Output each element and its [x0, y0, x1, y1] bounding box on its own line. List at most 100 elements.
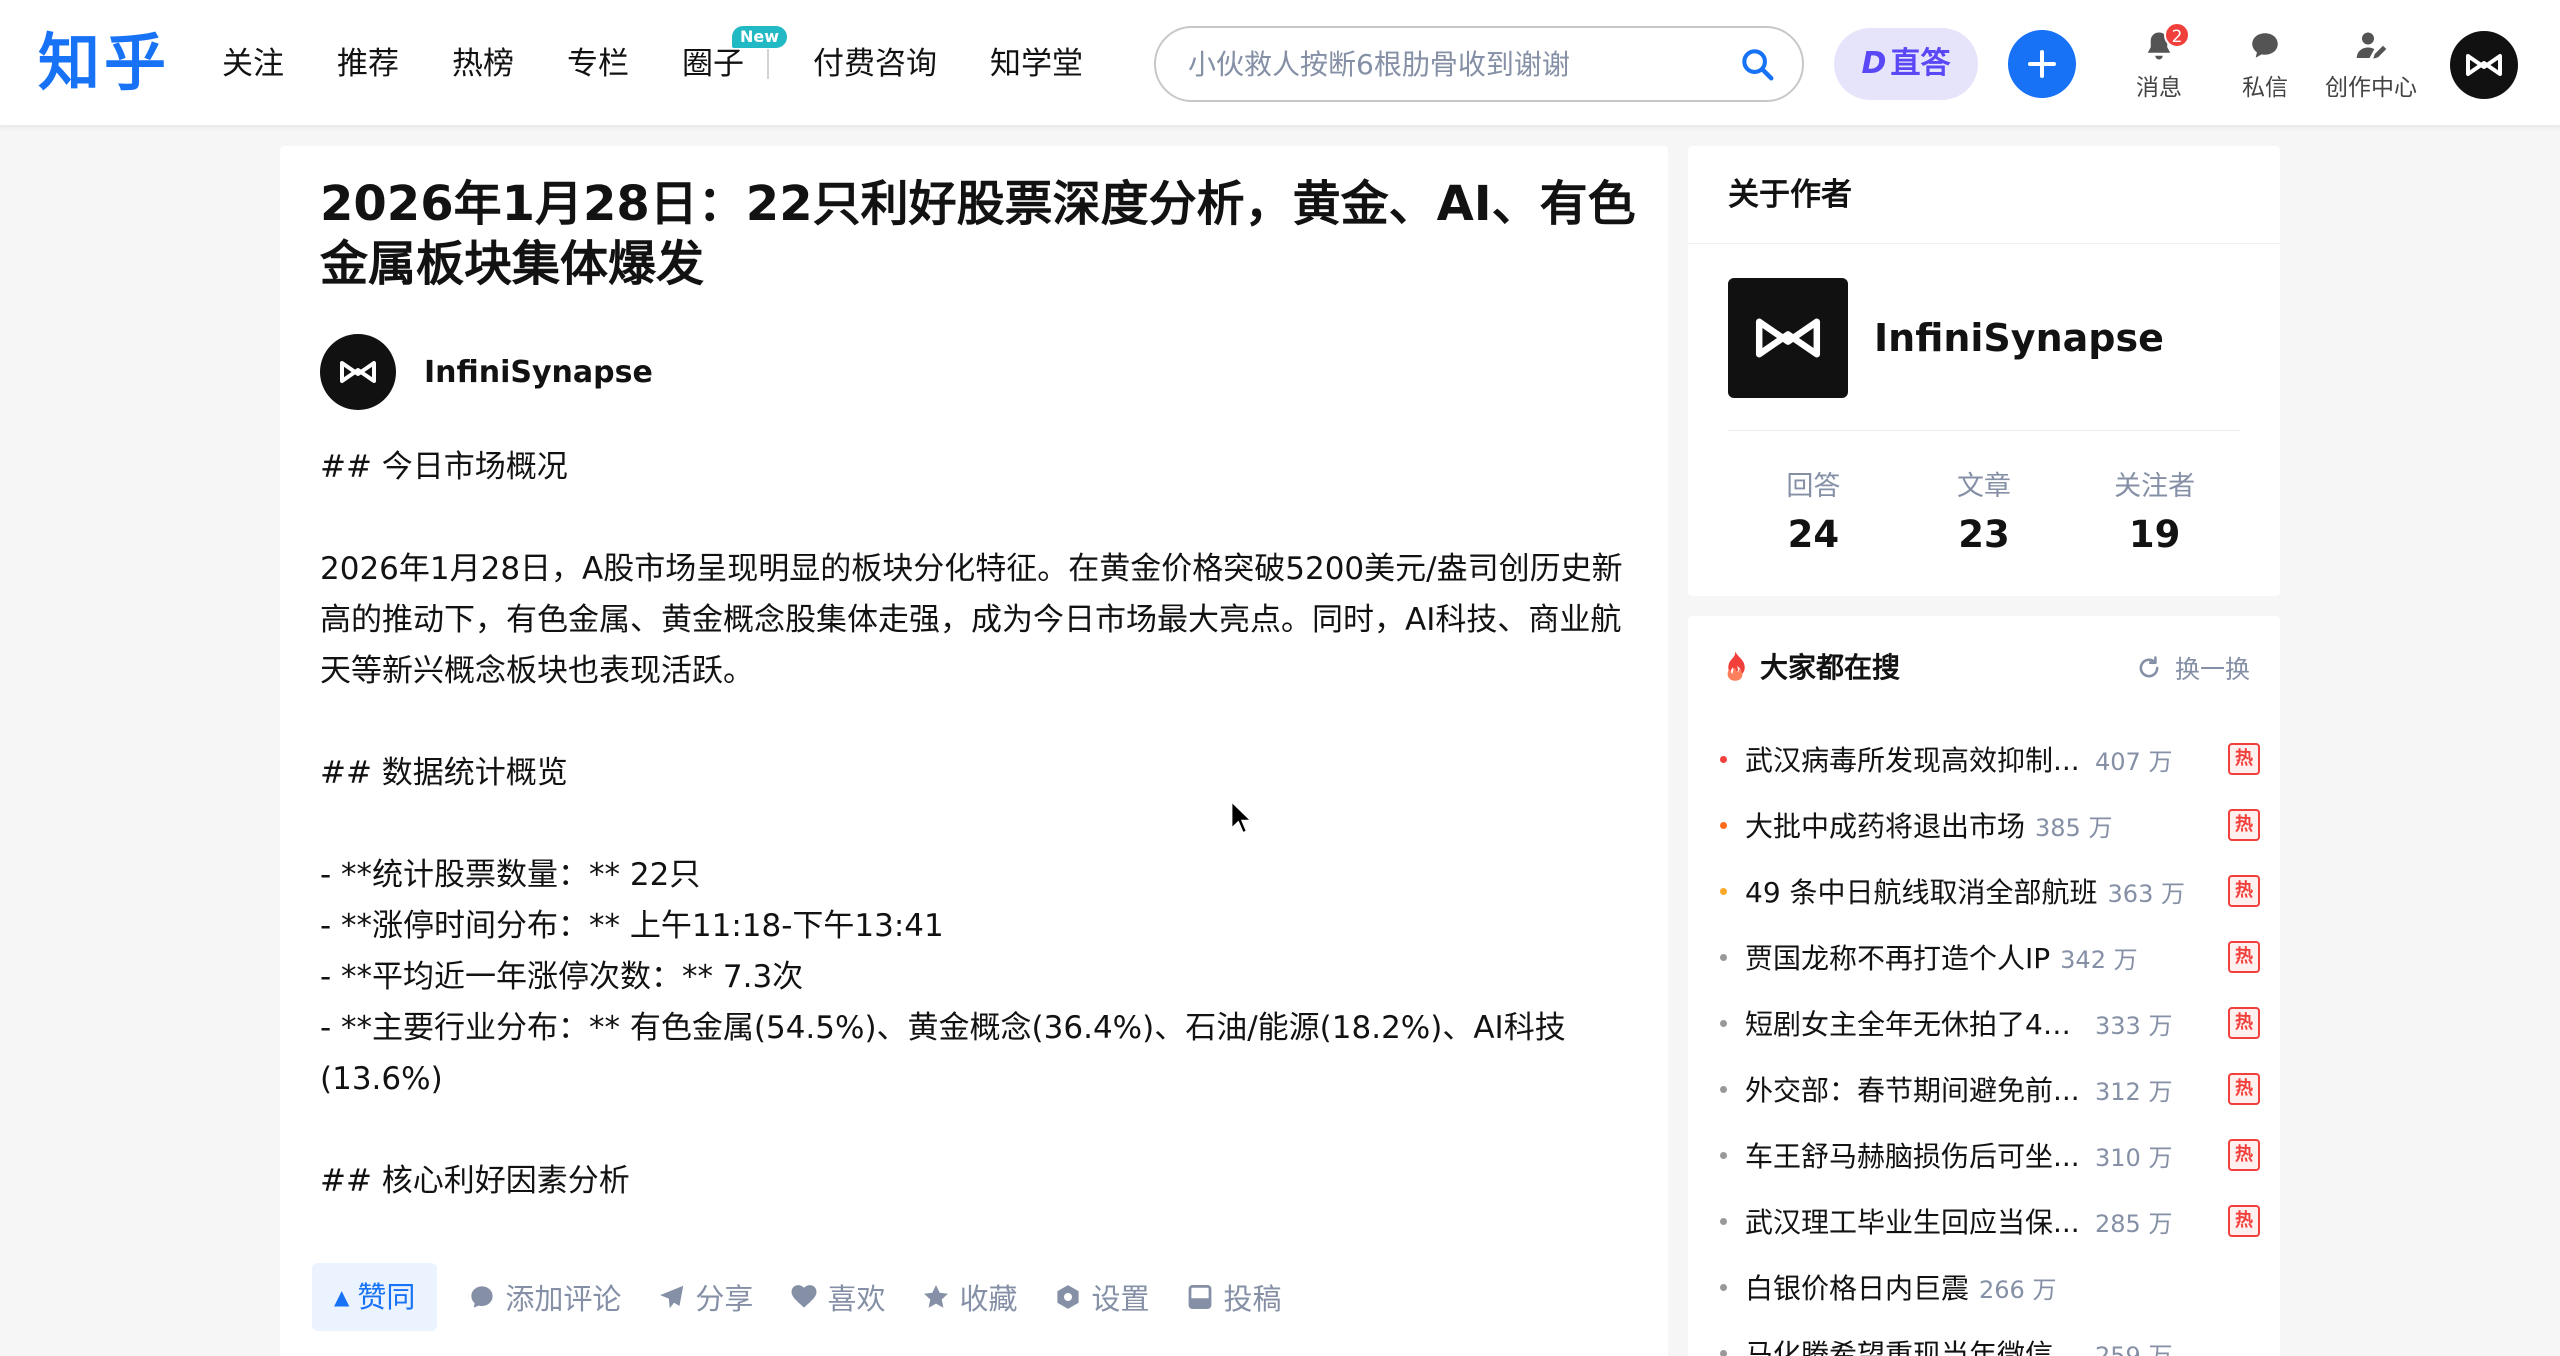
- nav-column[interactable]: 专栏: [567, 40, 629, 88]
- hot-search-count: 312 万: [2095, 1077, 2173, 1106]
- author-stats: 回答 24 文章 23 关注者 19: [1728, 464, 2240, 556]
- hot-search-item[interactable]: 49 条中日航线取消全部航班 363 万 热: [1720, 858, 2260, 924]
- content-paragraph: ## 数据统计概览: [320, 755, 568, 791]
- nav-paid-consult[interactable]: 付费咨询: [813, 40, 937, 88]
- refresh-button[interactable]: 换一换: [2135, 650, 2250, 686]
- hot-tag: 热: [2228, 743, 2260, 775]
- content-paragraph: [320, 1105, 1640, 1156]
- infinisynapse-logo-icon: [1755, 318, 1821, 358]
- hot-tag: 热: [2228, 1073, 2260, 1105]
- nav-zhixuetang[interactable]: 知学堂: [990, 40, 1083, 88]
- zhihu-logo[interactable]: 知乎: [38, 26, 170, 100]
- rank-dot: [1720, 1349, 1727, 1356]
- upvote-label: 赞同: [357, 1280, 416, 1314]
- hot-search-item[interactable]: 白银价格日内巨震 266 万: [1720, 1254, 2260, 1320]
- tray-icon: [1189, 1285, 1212, 1309]
- stat-answers[interactable]: 回答 24: [1728, 464, 1899, 556]
- author-card-avatar[interactable]: [1728, 278, 1848, 398]
- nav-recommend[interactable]: 推荐: [337, 40, 399, 88]
- creator-icon: [2356, 32, 2387, 59]
- hot-search-header: 大家都在搜: [1720, 646, 1900, 686]
- stat-articles[interactable]: 文章 23: [1899, 464, 2070, 556]
- hot-search-item[interactable]: 马化腾希望重现当年微信... 259 万: [1720, 1320, 2260, 1356]
- refresh-icon: [2139, 656, 2159, 678]
- creator-label: 创作中心: [2325, 75, 2417, 101]
- hot-search-item[interactable]: 武汉病毒所发现高效抑制... 407 万 热: [1720, 726, 2260, 792]
- content-paragraph: [320, 799, 1640, 850]
- add-comment-button[interactable]: 添加评论: [467, 1276, 621, 1318]
- hot-search-text: 白银价格日内巨震: [1745, 1272, 1970, 1305]
- hot-search-item[interactable]: 车王舒马赫脑损伤后可坐... 310 万 热: [1720, 1122, 2260, 1188]
- search-icon[interactable]: [1738, 45, 1776, 83]
- chat-bubble-icon: [2252, 33, 2278, 58]
- favorite-label: 收藏: [959, 1282, 1018, 1316]
- hot-search-count: 342 万: [2060, 945, 2138, 974]
- hot-search-text: 马化腾希望重现当年微信...: [1745, 1338, 2080, 1356]
- paper-plane-icon: [660, 1285, 684, 1309]
- stat-followers[interactable]: 关注者 19: [2069, 464, 2240, 556]
- hot-search-item[interactable]: 短剧女主全年无休拍了48... 333 万 热: [1720, 990, 2260, 1056]
- rank-dot: [1720, 821, 1727, 829]
- messages-count-badge: 2: [2164, 22, 2190, 48]
- settings-button[interactable]: 设置: [1053, 1276, 1149, 1318]
- rank-dot: [1720, 887, 1727, 895]
- nav-circle-label: 圈子: [682, 46, 744, 82]
- hot-search-item[interactable]: 外交部：春节期间避免前... 312 万 热: [1720, 1056, 2260, 1122]
- hot-tag: 热: [2228, 1205, 2260, 1237]
- hot-search-count: 285 万: [2095, 1209, 2173, 1238]
- search-input[interactable]: [1188, 28, 1728, 100]
- hot-search-text: 贾国龙称不再打造个人IP: [1745, 942, 2051, 975]
- stat-value: 23: [1958, 513, 2010, 556]
- stat-label: 文章: [1957, 471, 2011, 502]
- refresh-label: 换一换: [2174, 655, 2250, 684]
- article-title: 2026年1月28日：22只利好股票深度分析，黄金、AI、有色金属板块集体爆发: [320, 176, 1636, 292]
- hot-search-item[interactable]: 武汉理工毕业生回应当保... 285 万 热: [1720, 1188, 2260, 1254]
- hot-search-text: 短剧女主全年无休拍了48...: [1745, 1008, 2085, 1041]
- hot-search-count: 310 万: [2095, 1143, 2173, 1172]
- zhida-button[interactable]: D 直答: [1834, 28, 1978, 100]
- nav-circle[interactable]: 圈子 New: [682, 26, 788, 88]
- author-name[interactable]: InfiniSynapse: [424, 355, 653, 390]
- submit-label: 投稿: [1223, 1282, 1282, 1316]
- author-avatar[interactable]: [320, 334, 396, 410]
- infinisynapse-logo-icon: [340, 361, 376, 383]
- hot-search-count: 385 万: [2035, 813, 2113, 842]
- direct-messages-button[interactable]: 私信: [2210, 28, 2320, 102]
- fire-icon: [1727, 651, 1745, 681]
- hot-tag: 热: [2228, 1139, 2260, 1171]
- hot-search-text: 大批中成药将退出市场: [1745, 810, 2026, 843]
- heart-icon: [791, 1285, 817, 1308]
- hot-search-item[interactable]: 贾国龙称不再打造个人IP 342 万 热: [1720, 924, 2260, 990]
- user-avatar[interactable]: [2450, 31, 2518, 99]
- about-author-heading: 关于作者: [1688, 146, 2280, 244]
- favorite-button[interactable]: 收藏: [921, 1276, 1017, 1318]
- create-plus-button[interactable]: [2008, 30, 2076, 98]
- nav-follow[interactable]: 关注: [222, 40, 284, 88]
- hot-search-list: 武汉病毒所发现高效抑制... 407 万 热 大批中成药将退出市场 385 万 …: [1720, 726, 2260, 1356]
- author-card-name[interactable]: InfiniSynapse: [1874, 316, 2164, 360]
- like-button[interactable]: 喜欢: [789, 1276, 885, 1318]
- hot-search-item[interactable]: 大批中成药将退出市场 385 万 热: [1720, 792, 2260, 858]
- submit-button[interactable]: 投稿: [1185, 1276, 1282, 1318]
- nav-hot[interactable]: 热榜: [452, 40, 514, 88]
- hot-search-count: 259 万: [2095, 1341, 2173, 1356]
- hexagon-settings-icon: [1057, 1285, 1080, 1309]
- hot-search-text: 车王舒马赫脑损伤后可坐...: [1745, 1140, 2080, 1173]
- star-icon: [924, 1285, 949, 1308]
- content-paragraph: [320, 697, 1640, 748]
- upvote-button[interactable]: ▲ 赞同: [312, 1263, 438, 1331]
- main-nav: 关注 推荐 热榜 专栏 圈子 New 付费咨询 知学堂: [222, 26, 1136, 88]
- top-navbar: 知乎 关注 推荐 热榜 专栏 圈子 New 付费咨询 知学堂 D直答 2 消息: [0, 0, 2560, 126]
- content-paragraph: - **主要行业分布：** 有色金属(54.5%)、黄金概念(36.4%)、石油…: [320, 1010, 1566, 1097]
- share-button[interactable]: 分享: [657, 1276, 753, 1318]
- article-author[interactable]: InfiniSynapse: [320, 334, 653, 410]
- stat-label: 关注者: [2114, 471, 2196, 502]
- triangle-up-icon: ▲: [334, 1285, 350, 1309]
- hot-search-count: 363 万: [2107, 879, 2185, 908]
- messages-button[interactable]: 2 消息: [2104, 22, 2214, 102]
- new-badge: New: [732, 26, 788, 48]
- content-paragraph: ## 核心利好因素分析: [320, 1163, 630, 1199]
- article-card: 2026年1月28日：22只利好股票深度分析，黄金、AI、有色金属板块集体爆发 …: [280, 146, 1668, 1356]
- creator-center-button[interactable]: 创作中心: [2316, 28, 2426, 102]
- hot-search-title: 大家都在搜: [1760, 651, 1901, 684]
